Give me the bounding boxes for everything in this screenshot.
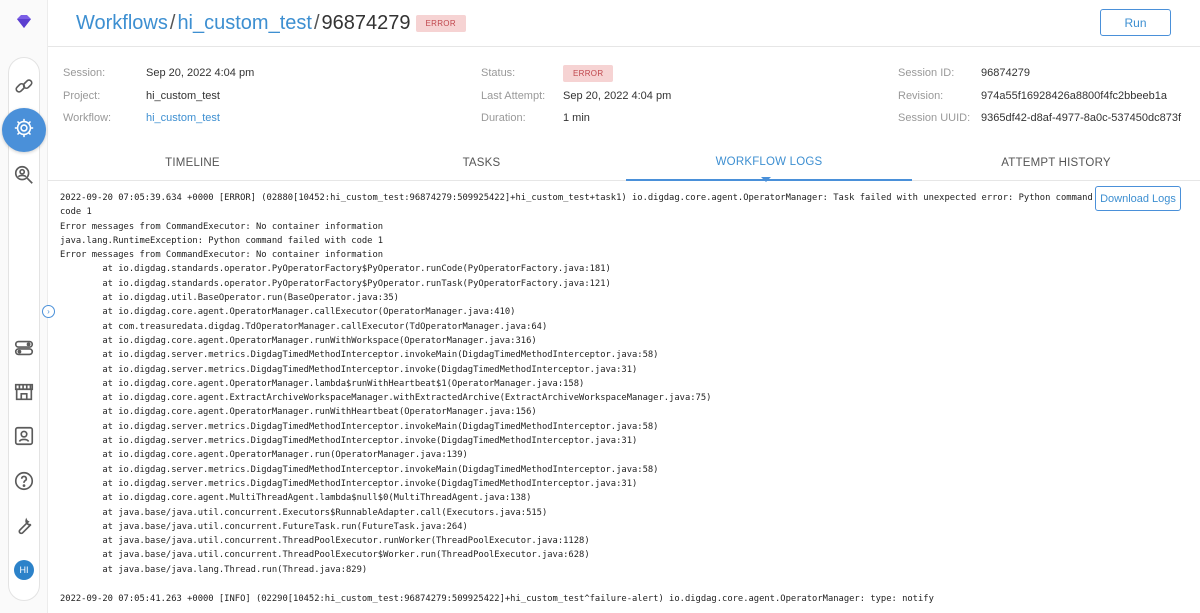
log-line: at io.digdag.core.agent.OperatorManager.… (60, 450, 468, 461)
log-line: at io.digdag.server.metrics.DigdagTimedM… (60, 364, 638, 375)
session-label: Session: (63, 67, 106, 80)
log-line: at io.digdag.core.agent.OperatorManager.… (60, 407, 537, 418)
project-value: hi_custom_test (146, 89, 220, 102)
user-card-icon[interactable] (12, 424, 36, 448)
wrench-icon[interactable] (12, 513, 36, 537)
page-title: 96874279 (321, 11, 411, 34)
log-line: 2022-09-20 07:05:41.263 +0000 [INFO] (02… (60, 594, 934, 605)
project-label: Project: (63, 89, 101, 102)
avatar[interactable]: HI (14, 560, 34, 580)
tab-timeline[interactable]: TIMELINE (48, 145, 337, 181)
help-icon[interactable] (12, 469, 36, 493)
log-line: at io.digdag.standards.operator.PyOperat… (60, 264, 611, 275)
workflow-gear-icon (13, 117, 35, 144)
log-line: at io.digdag.util.BaseOperator.run(BaseO… (60, 293, 399, 304)
link-icon[interactable] (12, 74, 36, 98)
log-line: Error messages from CommandExecutor: No … (60, 250, 384, 261)
breadcrumb: Workflows / hi_custom_test / 96874279 ER… (76, 8, 466, 38)
breadcrumb-project-link[interactable]: hi_custom_test (177, 12, 312, 35)
log-line: Error messages from CommandExecutor: No … (60, 221, 384, 232)
workflow-link[interactable]: hi_custom_test (146, 112, 220, 124)
log-line: at io.digdag.core.agent.OperatorManager.… (60, 378, 585, 389)
log-line: code 1 (60, 207, 92, 218)
log-line: at io.digdag.server.metrics.DigdagTimedM… (60, 464, 659, 475)
workflow-log-output[interactable]: 2022-09-20 07:05:39.634 +0000 [ERROR] (0… (60, 191, 1096, 613)
revision-value: 974a55f16928426a8800f4fc2bbeeb1a (981, 89, 1167, 102)
diamond-logo-icon[interactable] (15, 13, 33, 31)
run-button[interactable]: Run (1100, 9, 1171, 36)
log-line: at io.digdag.core.agent.ExtractArchiveWo… (60, 393, 712, 404)
session-uuid-value: 9365df42-d8af-4977-8a0c-537450dc873f (981, 112, 1181, 125)
log-line: java.lang.RuntimeException: Python comma… (60, 235, 384, 246)
duration-label: Duration: (481, 112, 526, 125)
session-value: Sep 20, 2022 4:04 pm (146, 67, 255, 80)
log-line: at java.base/java.util.concurrent.Thread… (60, 536, 590, 547)
log-line: at io.digdag.core.agent.OperatorManager.… (60, 335, 537, 346)
workflow-nav-active[interactable] (2, 108, 46, 152)
status-value-badge: ERROR (563, 64, 614, 82)
status-badge: ERROR (415, 14, 466, 32)
log-gap (60, 577, 1096, 592)
last-attempt-value: Sep 20, 2022 4:04 pm (563, 89, 672, 102)
log-line: at io.digdag.standards.operator.PyOperat… (60, 278, 611, 289)
log-line: at java.base/java.util.concurrent.Thread… (60, 550, 590, 561)
tab-tasks[interactable]: TASKS (337, 145, 626, 181)
log-line: at java.base/java.lang.Thread.run(Thread… (60, 564, 368, 575)
breadcrumb-separator: / (169, 11, 176, 34)
header-divider (48, 46, 1200, 47)
log-line: at java.base/java.util.concurrent.Execut… (60, 507, 548, 518)
log-line: at com.treasuredata.digdag.TdOperatorMan… (60, 321, 548, 332)
revision-label: Revision: (898, 89, 944, 102)
tab-workflow-logs[interactable]: WORKFLOW LOGS (626, 145, 912, 181)
collapse-sidebar-button[interactable]: › (42, 305, 55, 318)
tab-bar: TIMELINE TASKS WORKFLOW LOGS ATTEMPT HIS… (48, 145, 1200, 181)
log-line: at java.base/java.util.concurrent.Future… (60, 521, 468, 532)
id-info-column: Session ID: 96874279 Revision: 974a55f1692… (898, 62, 1181, 130)
active-tab-caret (761, 177, 771, 182)
log-line: at io.digdag.core.agent.OperatorManager.… (60, 307, 516, 318)
status-info-column: Status: ERROR Last Attempt: Sep 20, 2022 4… (481, 62, 671, 130)
app-window: › HI Workflows / hi_custom_test / 968742… (0, 0, 1200, 613)
duration-value: 1 min (563, 112, 590, 125)
search-person-icon[interactable] (12, 163, 36, 187)
download-logs-button[interactable]: Download Logs (1095, 186, 1181, 211)
storefront-icon[interactable] (12, 380, 36, 404)
chevron-right-icon: › (47, 306, 50, 316)
breadcrumb-workflows-link[interactable]: Workflows (76, 12, 168, 35)
status-label: Status: (481, 67, 516, 80)
breadcrumb-separator: / (313, 11, 320, 34)
sidebar: › HI (0, 0, 55, 613)
workflow-label: Workflow: (63, 112, 112, 125)
log-line: at io.digdag.server.metrics.DigdagTimedM… (60, 350, 659, 361)
log-line: at io.digdag.server.metrics.DigdagTimedM… (60, 436, 638, 447)
tab-attempt-history[interactable]: ATTEMPT HISTORY (912, 145, 1200, 181)
log-line: at io.digdag.core.agent.MultiThreadAgent… (60, 493, 532, 504)
session-id-label: Session ID: (898, 67, 955, 80)
toggles-icon[interactable] (12, 336, 36, 360)
log-line: 2022-09-20 07:05:39.634 +0000 [ERROR] (0… (60, 193, 1096, 203)
log-line: at io.digdag.server.metrics.DigdagTimedM… (60, 478, 638, 489)
last-attempt-label: Last Attempt: (481, 89, 546, 102)
session-uuid-label: Session UUID: (898, 112, 971, 125)
session-info-column: Session: Sep 20, 2022 4:04 pm Project: hi_… (63, 62, 254, 130)
log-line: at io.digdag.server.metrics.DigdagTimedM… (60, 421, 659, 432)
session-id-value: 96874279 (981, 67, 1030, 80)
